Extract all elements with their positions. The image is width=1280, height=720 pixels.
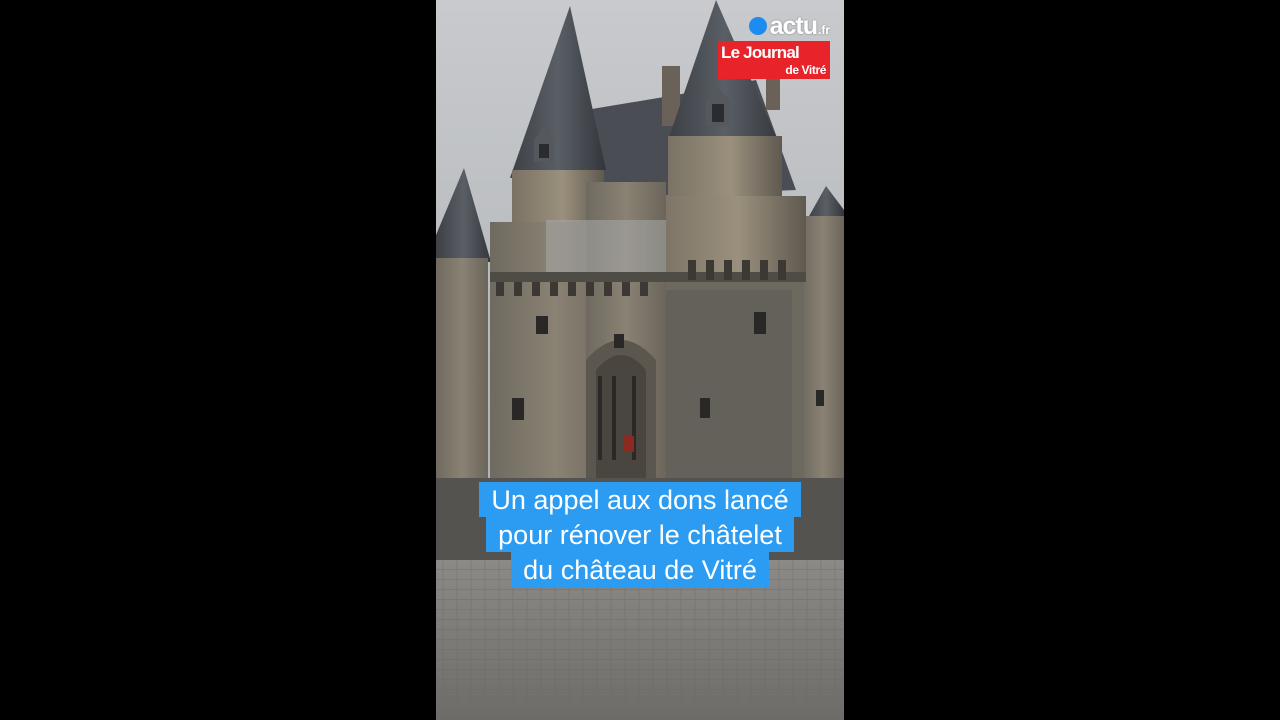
logo-dot-icon: [748, 17, 767, 35]
logo-tld: .fr: [818, 23, 830, 37]
video-frame[interactable]: actu .fr Le Journal de Vitré Un appel au…: [436, 0, 844, 720]
caption-line-2: pour rénover le châtelet: [486, 517, 794, 552]
logo-journal-bar: Le Journal de Vitré: [718, 41, 830, 79]
logo-brand-row: actu .fr: [748, 11, 830, 40]
logo-brand: actu: [769, 11, 818, 40]
castle-photo: [436, 0, 844, 720]
actu-logo: actu .fr Le Journal de Vitré: [716, 12, 830, 79]
caption: Un appel aux dons lancé pour rénover le …: [436, 482, 844, 587]
logo-city: de Vitré: [785, 63, 826, 77]
caption-line-1: Un appel aux dons lancé: [479, 482, 801, 517]
caption-line-3: du château de Vitré: [511, 552, 769, 587]
logo-journal: Le Journal: [721, 43, 800, 62]
